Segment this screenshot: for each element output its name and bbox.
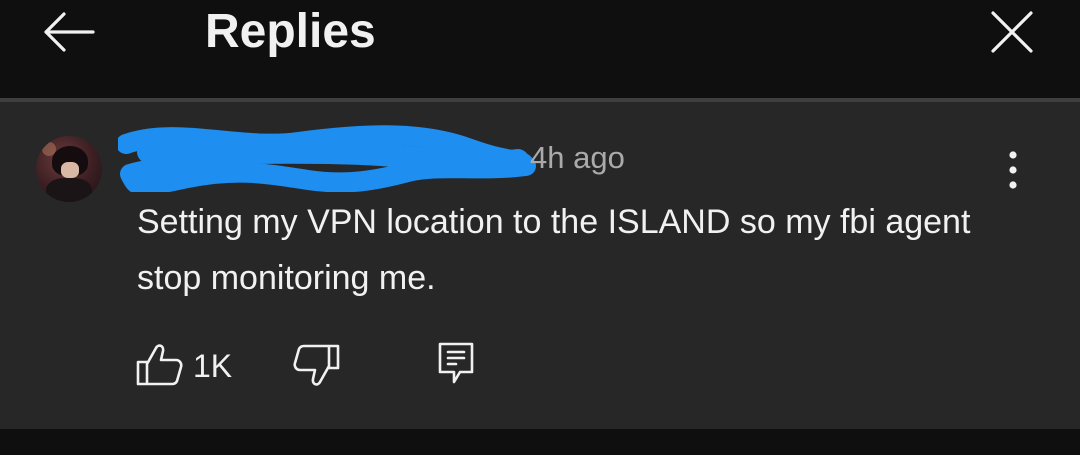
top-app-bar: Replies [0, 0, 1080, 98]
reply-comment-icon [438, 342, 474, 384]
thumbs-down-icon [293, 344, 340, 386]
thumbs-up-icon [136, 344, 183, 386]
back-button[interactable] [38, 6, 98, 58]
like-button[interactable] [134, 342, 186, 388]
bottom-area [0, 429, 1080, 455]
page-title: Replies [205, 5, 376, 58]
close-icon [991, 11, 1033, 53]
close-button[interactable] [986, 6, 1038, 58]
reply-button[interactable] [430, 338, 482, 388]
more-vertical-icon [1009, 151, 1017, 189]
comment-timestamp: 4h ago [530, 140, 625, 175]
author-name-redaction [118, 125, 536, 192]
avatar[interactable] [36, 136, 102, 202]
arrow-left-icon [44, 12, 95, 52]
comment-text: Setting my VPN location to the ISLAND so… [137, 203, 971, 297]
like-count: 1K [193, 348, 233, 384]
comment-menu-button[interactable] [996, 148, 1030, 192]
dislike-button[interactable] [290, 342, 342, 388]
comment-item: 4h ago Setting my VPN location to the IS… [0, 102, 1080, 429]
